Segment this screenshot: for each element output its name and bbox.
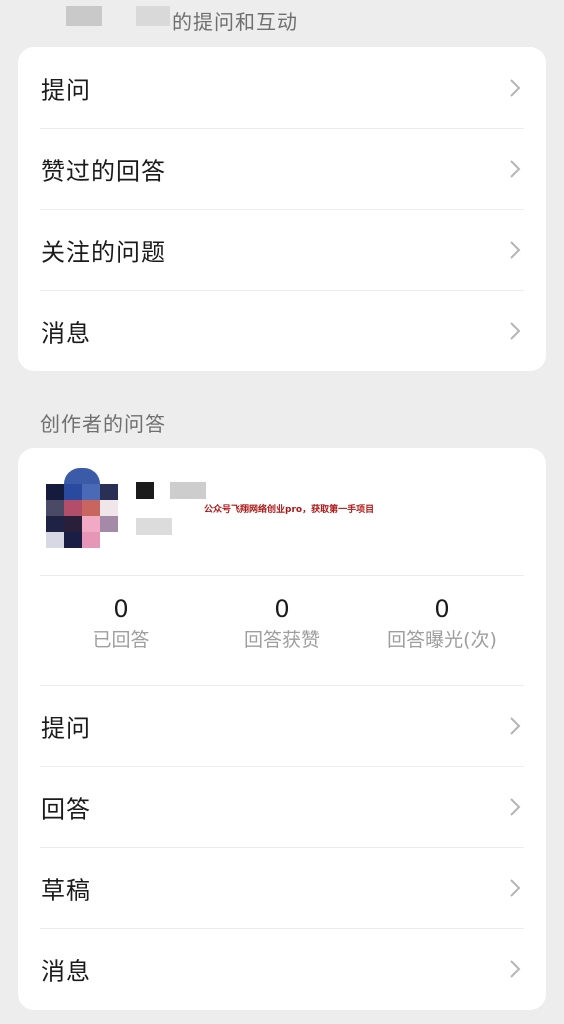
stat-answer-exposure[interactable]: 0 回答曝光(次) [362,594,522,655]
stat-value: 0 [113,595,129,623]
avatar[interactable] [46,468,118,553]
watermark-text: 公众号飞翔网络创业pro，获取第一手项目 [204,505,375,515]
menu-item-label: 关注的问题 [41,238,166,266]
chevron-right-icon [510,159,521,178]
stat-value: 0 [274,595,290,623]
menu-item-questions[interactable]: 提问 [18,47,546,128]
stat-value: 0 [434,595,450,623]
divider [40,575,524,576]
menu-item-followed-questions[interactable]: 关注的问题 [18,209,546,290]
menu-item-label: 提问 [41,714,91,742]
interactions-card: 提问 赞过的回答 关注的问题 消息 [18,47,546,371]
chevron-right-icon [510,959,521,978]
obscured-info-block [136,518,172,535]
chevron-right-icon [510,716,521,735]
menu-item-label: 赞过的回答 [41,157,166,185]
creator-card: 公众号飞翔网络创业pro，获取第一手项目 0 已回答 0 回答获赞 0 回答曝光… [18,448,546,1010]
obscured-username-block [136,6,170,26]
section-header-creator: 创作者的问答 [40,412,166,436]
chevron-right-icon [510,878,521,897]
menu-item-creator-drafts[interactable]: 草稿 [18,847,546,928]
chevron-right-icon [510,240,521,259]
menu-item-label: 消息 [41,957,91,985]
menu-item-creator-answers[interactable]: 回答 [18,766,546,847]
obscured-name-block [136,482,154,499]
menu-item-label: 回答 [41,795,91,823]
menu-item-label: 草稿 [41,876,91,904]
obscured-name-block [170,482,206,499]
chevron-right-icon [510,321,521,340]
obscured-username-block [66,6,102,26]
section-header-interactions: 的提问和互动 [172,10,298,34]
menu-item-label: 提问 [41,76,91,104]
stat-answer-likes[interactable]: 0 回答获赞 [202,594,362,655]
stat-answered[interactable]: 0 已回答 [41,594,201,655]
chevron-right-icon [510,797,521,816]
stat-label: 回答曝光(次) [387,629,497,651]
menu-item-creator-questions[interactable]: 提问 [18,685,546,766]
menu-item-creator-messages[interactable]: 消息 [18,928,546,1009]
menu-item-label: 消息 [41,319,91,347]
stat-label: 回答获赞 [243,629,320,651]
menu-item-liked-answers[interactable]: 赞过的回答 [18,128,546,209]
chevron-right-icon [510,78,521,97]
menu-item-messages[interactable]: 消息 [18,290,546,371]
stat-label: 已回答 [92,629,150,651]
